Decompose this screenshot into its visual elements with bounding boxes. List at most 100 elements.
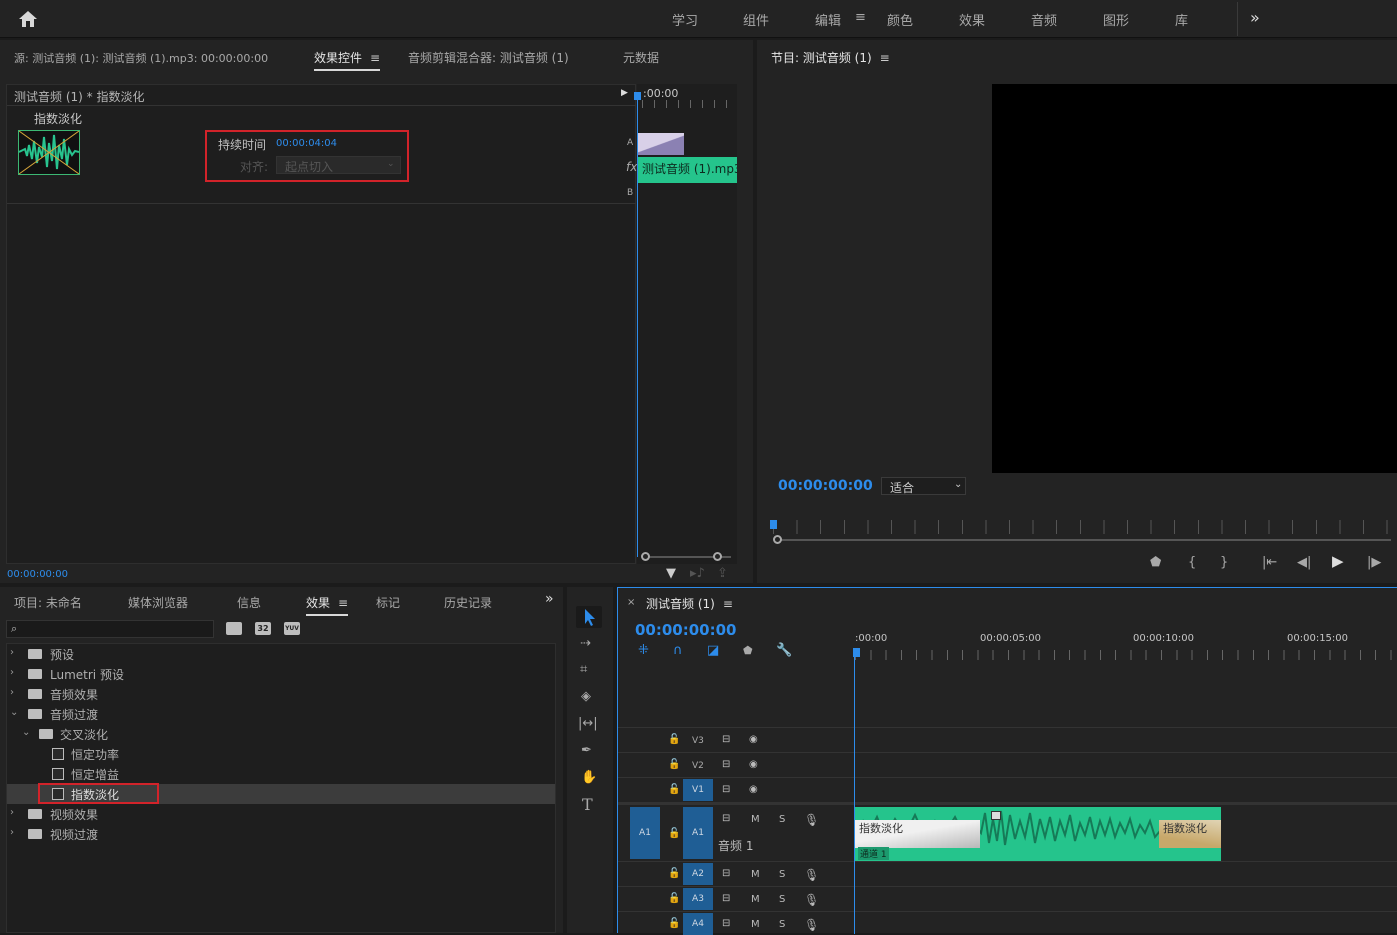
mark-in-icon[interactable]: {: [1188, 556, 1196, 569]
mini-playhead-handle[interactable]: [634, 92, 641, 100]
lock-icon[interactable]: 🔓: [668, 784, 680, 795]
panel-menu-icon[interactable]: ≡: [370, 51, 380, 65]
tree-item-video-effects[interactable]: › 视频效果: [8, 804, 554, 824]
timeline-playhead[interactable]: [854, 654, 855, 934]
tab-markers[interactable]: 标记: [376, 594, 400, 611]
sync-lock-icon[interactable]: ⊟: [722, 893, 730, 904]
type-tool-icon[interactable]: T: [582, 797, 593, 813]
solo-button[interactable]: S: [779, 919, 785, 930]
panel-menu-icon[interactable]: ≡: [338, 596, 348, 610]
slip-tool-icon[interactable]: |↔|: [578, 717, 598, 730]
mute-button[interactable]: M: [751, 894, 760, 905]
track-a2-label[interactable]: A2: [683, 863, 713, 885]
mute-button[interactable]: M: [751, 814, 760, 825]
solo-button[interactable]: S: [779, 869, 785, 880]
selection-tool-icon[interactable]: [576, 606, 602, 628]
tree-item-video-transitions[interactable]: › 视频过渡: [8, 824, 554, 844]
lock-icon[interactable]: 🔓: [668, 868, 680, 879]
mini-zoom-scrollbar[interactable]: [641, 552, 735, 562]
microphone-icon[interactable]: 🎙: [804, 813, 819, 827]
mute-button[interactable]: M: [751, 919, 760, 930]
chevron-right-icon[interactable]: ›: [10, 647, 14, 658]
solo-button[interactable]: S: [779, 894, 785, 905]
yuv-effects-icon[interactable]: YUV: [284, 622, 300, 635]
snap-icon[interactable]: ∩: [673, 644, 683, 657]
tree-item-audio-effects[interactable]: › 音频效果: [8, 684, 554, 704]
workspace-learn[interactable]: 学习: [672, 10, 698, 29]
transition-out[interactable]: 指数淡化: [1159, 820, 1221, 848]
audio-clip[interactable]: 指数淡化 指数淡化 通道 1: [855, 807, 1221, 861]
tab-effect-controls[interactable]: 效果控件 ≡: [314, 49, 381, 71]
track-a4-label[interactable]: A4: [683, 913, 713, 935]
sync-lock-icon[interactable]: ⊟: [722, 759, 730, 770]
duration-value[interactable]: 00:00:04:04: [276, 138, 337, 149]
transition-in[interactable]: 指数淡化: [855, 820, 980, 848]
mark-out-icon[interactable]: }: [1220, 556, 1228, 569]
tree-item-constant-power[interactable]: 恒定功率: [8, 744, 554, 764]
add-marker-icon[interactable]: ⬟: [1150, 556, 1161, 569]
microphone-icon[interactable]: 🎙: [804, 893, 819, 907]
tab-history[interactable]: 历史记录: [444, 594, 492, 611]
align-select[interactable]: 起点切入 ⌄: [276, 156, 401, 174]
pen-tool-icon[interactable]: ✒: [581, 744, 592, 757]
workspace-libraries[interactable]: 库: [1175, 10, 1188, 29]
source-patch-a1[interactable]: A1: [630, 807, 660, 859]
sync-lock-icon[interactable]: ⊟: [722, 734, 730, 745]
track-a3-label[interactable]: A3: [683, 888, 713, 910]
timeline-ruler[interactable]: [855, 650, 1397, 660]
lock-icon[interactable]: 🔓: [668, 893, 680, 904]
lock-icon[interactable]: 🔓: [668, 734, 680, 745]
eye-icon[interactable]: ◉: [749, 759, 758, 770]
tree-item-lumetri-presets[interactable]: › Lumetri 预设: [8, 664, 554, 684]
workspace-editing[interactable]: 编辑: [815, 10, 841, 29]
microphone-icon[interactable]: 🎙: [804, 868, 819, 882]
effect-controls-timecode[interactable]: 00:00:00:00: [7, 569, 68, 580]
tab-project[interactable]: 项目: 未命名: [14, 594, 82, 611]
sync-lock-icon[interactable]: ⊟: [722, 868, 730, 879]
sync-lock-icon[interactable]: ⊟: [722, 918, 730, 929]
workspace-assembly[interactable]: 组件: [743, 10, 769, 29]
nest-sequence-icon[interactable]: ⁜: [638, 644, 649, 657]
add-marker-icon[interactable]: ⬟: [743, 645, 753, 656]
ripple-edit-tool-icon[interactable]: ⌗: [580, 663, 587, 676]
tab-program[interactable]: 节目: 测试音频 (1) ≡: [771, 49, 890, 66]
scroll-handle-right[interactable]: [713, 552, 722, 561]
32bit-effects-icon[interactable]: 32: [255, 622, 271, 635]
step-forward-icon[interactable]: |▶: [1367, 556, 1381, 569]
program-playhead-marker[interactable]: [770, 520, 777, 529]
hand-tool-icon[interactable]: ✋: [581, 771, 597, 784]
tree-item-constant-gain[interactable]: 恒定增益: [8, 764, 554, 784]
tab-metadata[interactable]: 元数据: [623, 49, 659, 66]
eye-icon[interactable]: ◉: [749, 784, 758, 795]
mini-playhead[interactable]: [637, 95, 638, 557]
tree-item-crossfade[interactable]: ⌄ 交叉淡化: [8, 724, 554, 744]
tab-audio-clip-mixer[interactable]: 音频剪辑混合器: 测试音频 (1): [408, 49, 569, 66]
workspace-audio[interactable]: 音频: [1031, 10, 1057, 29]
expand-arrow-icon[interactable]: ▶: [621, 88, 628, 98]
tab-info[interactable]: 信息: [237, 594, 261, 611]
microphone-icon[interactable]: 🎙: [804, 918, 819, 932]
lock-icon[interactable]: 🔓: [668, 918, 680, 929]
scroll-handle-left[interactable]: [641, 552, 650, 561]
workspace-menu-icon[interactable]: ≡: [855, 10, 866, 25]
timeline-timecode[interactable]: 00:00:00:00: [635, 621, 737, 639]
chevron-right-icon[interactable]: ›: [10, 807, 14, 818]
workspace-graphics[interactable]: 图形: [1103, 10, 1129, 29]
close-icon[interactable]: ×: [627, 597, 635, 608]
play-only-audio-icon[interactable]: ▸♪: [690, 567, 705, 580]
tab-effects[interactable]: 效果 ≡: [306, 594, 349, 616]
track-v3-label[interactable]: V3: [692, 736, 704, 746]
sync-lock-icon[interactable]: ⊟: [722, 784, 730, 795]
panel-menu-icon[interactable]: ≡: [723, 597, 733, 611]
workspace-effects[interactable]: 效果: [959, 10, 985, 29]
tab-source[interactable]: 源: 测试音频 (1): 测试音频 (1).mp3: 00:00:00:00: [14, 50, 268, 66]
mute-button[interactable]: M: [751, 869, 760, 880]
tree-item-presets[interactable]: › 预设: [8, 644, 554, 664]
tab-sequence[interactable]: 测试音频 (1) ≡: [646, 595, 733, 612]
razor-tool-icon[interactable]: ◈: [581, 690, 591, 703]
track-select-tool-icon[interactable]: ⇢: [580, 637, 591, 650]
effects-search-input[interactable]: ⌕: [6, 620, 214, 638]
mini-clip[interactable]: 测试音频 (1).mp3: [638, 157, 737, 183]
accelerated-effects-icon[interactable]: [226, 622, 242, 635]
lock-icon[interactable]: 🔓: [668, 828, 680, 839]
